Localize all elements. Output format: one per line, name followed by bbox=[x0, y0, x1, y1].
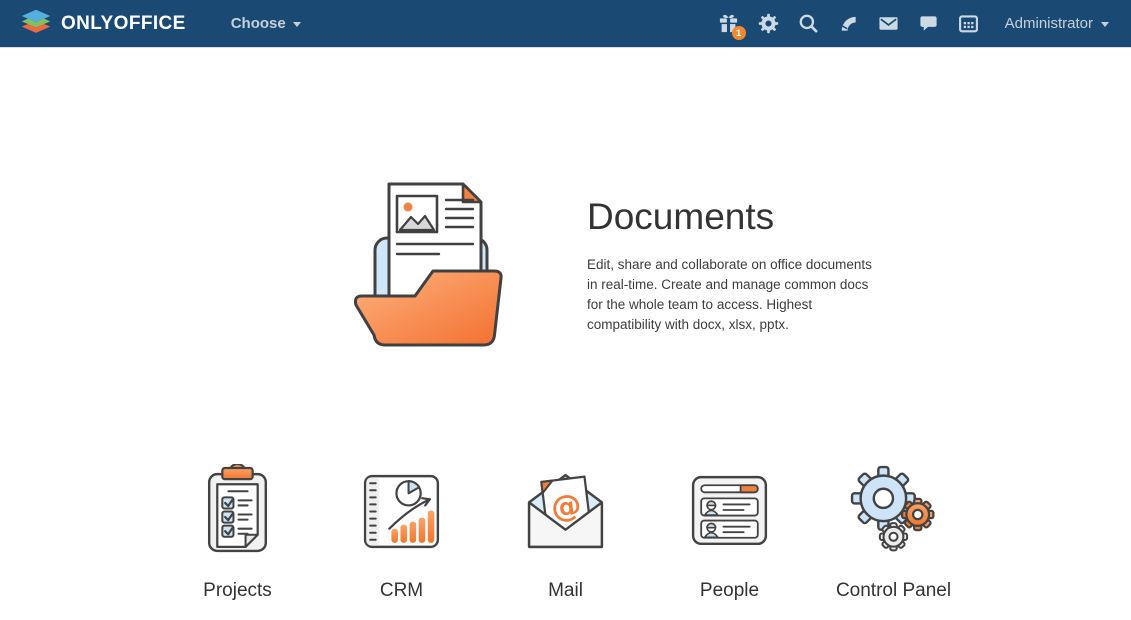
app-label: People bbox=[700, 580, 759, 602]
app-people[interactable]: People bbox=[675, 464, 785, 602]
app-label: Projects bbox=[203, 580, 272, 602]
crm-icon bbox=[355, 464, 448, 559]
user-name: Administrator bbox=[1005, 15, 1093, 32]
app-mail[interactable]: @ Mail bbox=[511, 464, 621, 602]
documents-description: Edit, share and collaborate on office do… bbox=[587, 255, 877, 335]
documents-hero: Documents Edit, share and collaborate on… bbox=[0, 180, 1131, 354]
documents-title[interactable]: Documents bbox=[587, 196, 887, 238]
feed-button[interactable] bbox=[838, 13, 859, 34]
choose-label: Choose bbox=[231, 15, 286, 32]
chat-button[interactable] bbox=[918, 13, 939, 34]
app-label: CRM bbox=[380, 580, 423, 602]
chat-icon bbox=[918, 13, 939, 34]
app-label: Control Panel bbox=[836, 580, 951, 602]
app-control-panel[interactable]: Control Panel bbox=[839, 464, 949, 602]
mail-app-icon: @ bbox=[519, 464, 612, 559]
settings-gear-icon bbox=[758, 13, 779, 34]
control-panel-gears-icon bbox=[847, 464, 940, 559]
mail-button[interactable] bbox=[878, 13, 899, 34]
topbar-actions: 1 bbox=[699, 13, 1109, 34]
choose-module-dropdown[interactable]: Choose bbox=[231, 15, 301, 32]
chevron-down-icon bbox=[293, 22, 301, 27]
module-shortcuts: Projects bbox=[0, 464, 1131, 602]
documents-folder-illustration[interactable] bbox=[345, 180, 515, 354]
brand-text: ONLYOFFICE bbox=[61, 13, 186, 35]
documents-hero-text: Documents Edit, share and collaborate on… bbox=[587, 180, 887, 354]
settings-button[interactable] bbox=[758, 13, 779, 34]
chevron-down-icon bbox=[1101, 22, 1109, 27]
app-crm[interactable]: CRM bbox=[347, 464, 457, 602]
search-icon bbox=[798, 13, 819, 34]
portal-home: Documents Edit, share and collaborate on… bbox=[0, 180, 1131, 602]
calendar-button[interactable] bbox=[958, 13, 979, 34]
people-icon bbox=[683, 464, 776, 559]
feed-icon bbox=[838, 13, 859, 34]
top-navigation-bar: ONLYOFFICE Choose 1 bbox=[0, 0, 1131, 48]
onlyoffice-logo-icon bbox=[20, 9, 52, 39]
gift-notification-badge: 1 bbox=[732, 26, 746, 40]
gift-button[interactable]: 1 bbox=[718, 13, 739, 34]
app-projects[interactable]: Projects bbox=[183, 464, 293, 602]
search-button[interactable] bbox=[798, 13, 819, 34]
mail-icon bbox=[878, 13, 899, 34]
app-label: Mail bbox=[548, 580, 583, 602]
user-menu[interactable]: Administrator bbox=[1005, 15, 1109, 32]
calendar-icon bbox=[958, 13, 979, 34]
onlyoffice-logo[interactable]: ONLYOFFICE bbox=[20, 9, 186, 39]
projects-icon bbox=[191, 464, 284, 559]
